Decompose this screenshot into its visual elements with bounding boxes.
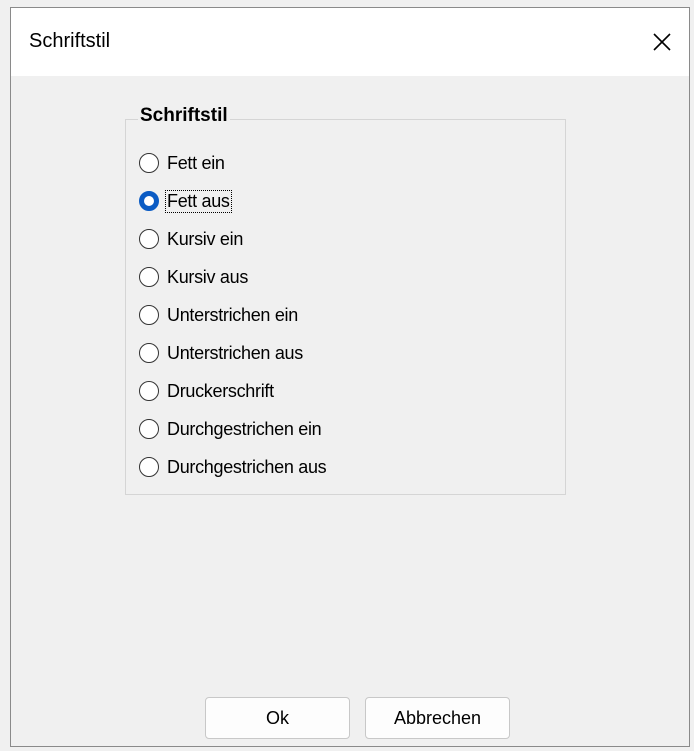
radio-option-fett-aus[interactable]: Fett aus — [139, 182, 328, 220]
radio-option-unterstrichen-aus[interactable]: Unterstrichen aus — [139, 334, 328, 372]
radio-label: Fett aus — [165, 189, 232, 213]
cancel-button[interactable]: Abbrechen — [365, 697, 510, 739]
radio-button-icon[interactable] — [139, 419, 159, 439]
radio-label: Fett ein — [167, 152, 225, 173]
radio-list: Fett ein Fett aus Kursiv ein Kursiv aus … — [139, 144, 328, 486]
radio-label: Kursiv ein — [167, 228, 244, 249]
radio-button-icon[interactable] — [139, 381, 159, 401]
radio-button-icon[interactable] — [139, 305, 159, 325]
close-icon — [653, 33, 671, 51]
radio-button-icon[interactable] — [139, 267, 159, 287]
radio-option-fett-ein[interactable]: Fett ein — [139, 144, 328, 182]
window-title: Schriftstil — [29, 30, 111, 52]
dialog-window: Schriftstil Schriftstil Fett ein Fett au… — [10, 7, 690, 747]
radio-label: Kursiv aus — [167, 266, 249, 287]
radio-label: Unterstrichen ein — [167, 304, 298, 325]
radio-option-kursiv-aus[interactable]: Kursiv aus — [139, 258, 328, 296]
title-bar: Schriftstil — [11, 8, 689, 76]
radio-option-durchgestrichen-aus[interactable]: Durchgestrichen aus — [139, 448, 328, 486]
radio-option-kursiv-ein[interactable]: Kursiv ein — [139, 220, 328, 258]
radio-button-icon[interactable] — [139, 343, 159, 363]
radio-label: Durchgestrichen ein — [167, 418, 322, 439]
radio-button-icon[interactable] — [139, 457, 159, 477]
radio-option-durchgestrichen-ein[interactable]: Durchgestrichen ein — [139, 410, 328, 448]
radio-button-selected-icon[interactable] — [139, 191, 159, 211]
radio-button-icon[interactable] — [139, 153, 159, 173]
radio-label: Druckerschrift — [167, 380, 274, 401]
radio-label: Durchgestrichen aus — [167, 456, 327, 477]
radio-option-unterstrichen-ein[interactable]: Unterstrichen ein — [139, 296, 328, 334]
ok-button[interactable]: Ok — [205, 697, 350, 739]
radio-button-icon[interactable] — [139, 229, 159, 249]
radio-label: Unterstrichen aus — [167, 342, 303, 363]
close-button[interactable] — [641, 22, 683, 62]
radio-option-druckerschrift[interactable]: Druckerschrift — [139, 372, 328, 410]
groupbox-label: Schriftstil — [138, 105, 230, 127]
